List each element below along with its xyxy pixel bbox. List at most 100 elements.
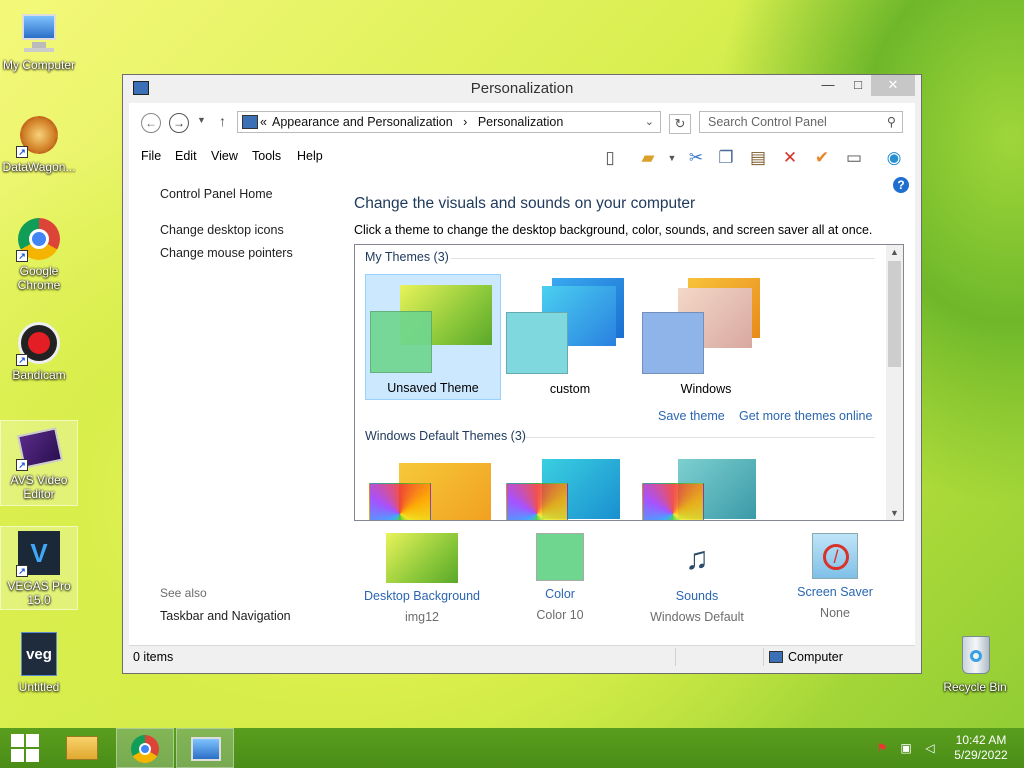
clock-date: 5/29/2022 [954, 748, 1008, 762]
themes-scrollbar[interactable]: ▲ ▼ [886, 245, 903, 520]
breadcrumb-personalization[interactable]: Personalization [478, 115, 563, 129]
start-button[interactable] [0, 728, 50, 768]
taskbar-navigation-link[interactable]: Taskbar and Navigation [160, 609, 291, 623]
get-more-themes-link[interactable]: Get more themes online [739, 409, 872, 423]
sounds-value: Windows Default [650, 610, 744, 624]
status-bar: 0 items Computer [129, 645, 915, 667]
screen-saver-item[interactable]: / Screen Saver None [770, 533, 900, 620]
desktop-background-item[interactable]: Desktop Background img12 [357, 533, 487, 624]
up-arrow-icon[interactable]: ↑ [219, 113, 226, 129]
folder-icon[interactable]: ▰ [637, 147, 659, 169]
change-desktop-icons-link[interactable]: Change desktop icons [160, 223, 284, 237]
close-button[interactable]: ✕ [871, 75, 915, 96]
control-panel-icon [191, 737, 221, 761]
globe-icon[interactable]: ◉ [883, 147, 905, 169]
back-arrow-icon[interactable]: ← [141, 113, 161, 133]
theme-color-swatch [370, 311, 432, 373]
recent-pages-dropdown-icon[interactable]: ▼ [197, 115, 206, 125]
menu-tools[interactable]: Tools [252, 149, 281, 163]
control-panel-home-link[interactable]: Control Panel Home [160, 187, 273, 201]
section-divider [525, 437, 875, 438]
search-input[interactable]: Search Control Panel ⚲ [699, 111, 903, 133]
navigation-bar: ← → ▼ ↑ « Appearance and Personalization… [129, 109, 915, 137]
save-theme-link[interactable]: Save theme [658, 409, 725, 423]
layout-icon[interactable]: ▯ [599, 147, 621, 169]
folder-icon [66, 736, 98, 760]
desktop-icon-datawagon[interactable]: ↗ DataWagon... [0, 108, 78, 180]
desktop-icon-my-computer[interactable]: My Computer [0, 6, 78, 76]
dropdown-icon[interactable]: ▼ [661, 147, 683, 169]
paste-icon[interactable]: ▤ [747, 147, 769, 169]
desktop-icon-vegas-pro[interactable]: V ↗ VEGAS Pro 15.0 [0, 526, 78, 610]
menu-file[interactable]: File [141, 149, 161, 163]
sounds-link[interactable]: Sounds [632, 589, 762, 603]
search-icon[interactable]: ⚲ [887, 112, 896, 132]
color-wheel-icon [506, 483, 568, 520]
theme-default-2[interactable] [502, 453, 638, 520]
theme-color-swatch [506, 312, 568, 374]
search-placeholder: Search Control Panel [708, 115, 827, 129]
taskbar-chrome[interactable] [116, 728, 174, 768]
theme-default-1[interactable] [365, 453, 501, 520]
change-mouse-pointers-link[interactable]: Change mouse pointers [160, 246, 293, 260]
screen-saver-value: None [820, 606, 850, 620]
breadcrumb-appearance[interactable]: Appearance and Personalization [272, 115, 453, 129]
taskbar-control-panel[interactable] [176, 728, 234, 768]
system-clock[interactable]: 10:42 AM 5/29/2022 [948, 733, 1014, 763]
scroll-up-icon[interactable]: ▲ [890, 247, 899, 257]
action-center-flag-icon[interactable]: ⚑ [874, 741, 890, 755]
theme-unsaved[interactable]: Unsaved Theme [365, 274, 501, 400]
personalization-window: Personalization — □ ✕ ← → ▼ ↑ « Appearan… [122, 74, 922, 674]
desktop-icon-google-chrome[interactable]: ↗ Google Chrome [0, 212, 78, 298]
forward-arrow-icon[interactable]: → [169, 113, 189, 133]
network-icon[interactable]: ▣ [898, 741, 914, 755]
shortcut-arrow-icon: ↗ [16, 250, 28, 262]
menu-edit[interactable]: Edit [175, 149, 197, 163]
theme-name: custom [549, 382, 591, 396]
desktop-background-icon [386, 533, 458, 583]
minimize-button[interactable]: — [813, 75, 843, 96]
shortcut-arrow-icon: ↗ [16, 146, 28, 158]
help-icon[interactable]: ? [893, 177, 909, 193]
menu-bar: File Edit View Tools Help ▯ ▰ ▼ ✂ ❐ ▤ ✕ … [129, 143, 915, 171]
scrollbar-thumb[interactable] [888, 261, 901, 367]
chrome-icon: ↗ [16, 216, 62, 262]
desktop-icon-avs-video-editor[interactable]: ↗ AVS Video Editor [0, 420, 78, 506]
theme-default-3[interactable] [638, 453, 774, 520]
theme-custom[interactable]: custom [502, 274, 638, 400]
sounds-item[interactable]: ♫ Sounds Windows Default [632, 533, 762, 624]
address-bar[interactable]: « Appearance and Personalization › Perso… [237, 111, 661, 133]
bandicam-icon: ↗ [16, 320, 62, 366]
status-divider [763, 648, 764, 666]
desktop-background-link[interactable]: Desktop Background [357, 589, 487, 603]
color-item[interactable]: Color Color 10 [495, 533, 625, 622]
address-dropdown-icon[interactable]: ⌄ [645, 112, 654, 132]
color-link[interactable]: Color [495, 587, 625, 601]
desktop-icon-label: Untitled [18, 680, 60, 694]
vegas-icon: V ↗ [16, 531, 62, 577]
copy-icon[interactable]: ❐ [715, 147, 737, 169]
color-wheel-icon [642, 483, 704, 520]
delete-icon[interactable]: ✕ [779, 147, 801, 169]
theme-windows[interactable]: Windows [638, 274, 774, 400]
properties-check-icon[interactable]: ✔ [811, 147, 833, 169]
maximize-button[interactable]: □ [843, 75, 873, 96]
desktop-icon-recycle-bin[interactable]: Recycle Bin [936, 628, 1014, 698]
refresh-icon[interactable]: ↻ [669, 114, 691, 134]
recycle-bin-icon [952, 632, 998, 678]
color-wheel-icon [369, 483, 431, 520]
window-title: Personalization [470, 80, 574, 97]
scroll-down-icon[interactable]: ▼ [890, 508, 899, 518]
menu-view[interactable]: View [211, 149, 238, 163]
menu-help[interactable]: Help [297, 149, 323, 163]
rename-icon[interactable]: ▭ [843, 147, 865, 169]
desktop-icon-bandicam[interactable]: ↗ Bandicam [0, 316, 78, 386]
taskbar-file-explorer[interactable] [54, 728, 112, 768]
screen-saver-link[interactable]: Screen Saver [770, 585, 900, 599]
shortcut-arrow-icon: ↗ [16, 565, 28, 577]
desktop-icon-label: Recycle Bin [943, 680, 1007, 694]
cut-icon[interactable]: ✂ [685, 147, 707, 169]
title-bar[interactable]: Personalization — □ ✕ [123, 75, 921, 103]
desktop-icon-untitled[interactable]: veg Untitled [0, 628, 78, 698]
volume-muted-icon[interactable]: ◁ [922, 741, 938, 755]
